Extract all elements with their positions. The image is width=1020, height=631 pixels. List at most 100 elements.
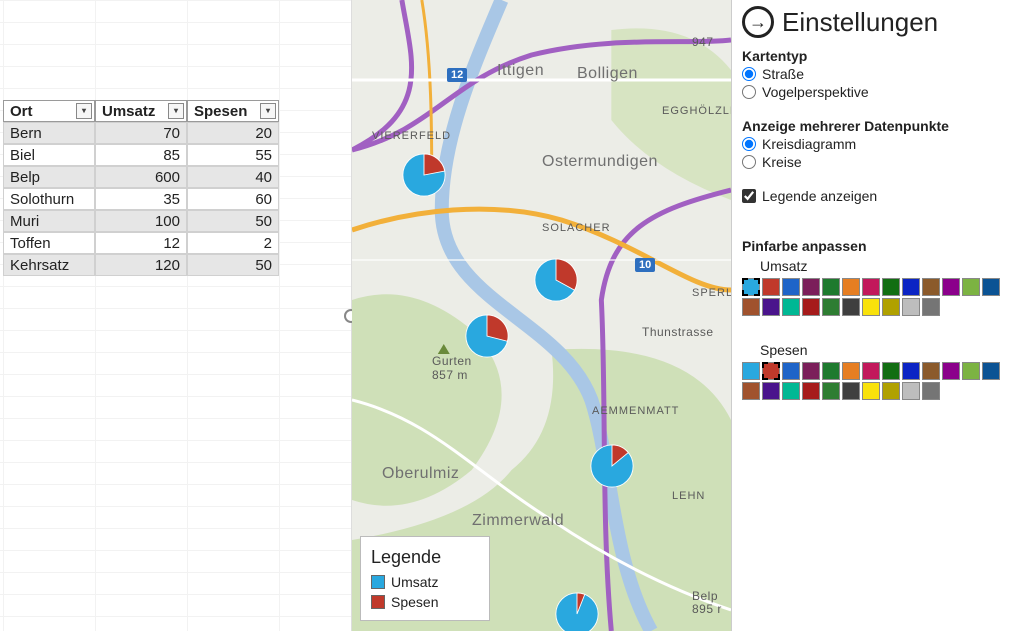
color-swatch[interactable] [742,382,760,400]
spreadsheet-panel: Ort▾Umsatz▾Spesen▾Bern7020Biel8555Belp60… [0,0,352,631]
table-cell[interactable]: 35 [95,188,187,210]
kartentyp-label: Kartentyp [742,48,1010,64]
legend-swatch [371,575,385,589]
color-swatch[interactable] [982,278,1000,296]
filter-icon[interactable]: ▾ [76,103,92,119]
color-swatch[interactable] [842,298,860,316]
anzeige-label: Kreisdiagramm [762,136,856,152]
color-swatch[interactable] [862,278,880,296]
color-swatch[interactable] [862,362,880,380]
color-swatch[interactable] [762,382,780,400]
filter-icon[interactable]: ▾ [260,103,276,119]
table-cell[interactable]: Belp [3,166,95,188]
anzeige-radio-pie[interactable] [742,137,756,151]
column-header-umsatz[interactable]: Umsatz▾ [95,100,187,122]
color-swatch[interactable] [922,382,940,400]
color-swatch[interactable] [902,382,920,400]
kartentyp-radio-aerial[interactable] [742,85,756,99]
settings-title: Einstellungen [782,7,938,38]
color-swatch[interactable] [762,278,780,296]
table-cell[interactable]: 55 [187,144,279,166]
pinfarbe-label: Pinfarbe anpassen [742,238,1010,254]
table-cell[interactable]: 120 [95,254,187,276]
color-swatch[interactable] [822,278,840,296]
settings-panel: → Einstellungen Kartentyp StraßeVogelper… [732,0,1020,631]
table-cell[interactable]: 600 [95,166,187,188]
table-cell[interactable]: Toffen [3,232,95,254]
color-swatch[interactable] [842,278,860,296]
color-swatch[interactable] [782,278,800,296]
pie-marker[interactable] [465,314,509,358]
table-cell[interactable]: 100 [95,210,187,232]
color-swatch[interactable] [902,278,920,296]
color-swatch[interactable] [782,362,800,380]
color-swatch[interactable] [922,298,940,316]
color-swatch[interactable] [802,362,820,380]
color-swatch[interactable] [902,298,920,316]
color-swatch[interactable] [962,278,980,296]
table-cell[interactable]: 40 [187,166,279,188]
color-swatch[interactable] [842,362,860,380]
color-swatch[interactable] [882,278,900,296]
series-label: Umsatz [760,258,1010,274]
color-swatch[interactable] [862,382,880,400]
kartentyp-radio-road[interactable] [742,67,756,81]
color-swatch[interactable] [762,362,780,380]
pie-marker[interactable] [590,444,634,488]
table-cell[interactable]: 60 [187,188,279,210]
color-swatch[interactable] [782,382,800,400]
column-header-spesen[interactable]: Spesen▾ [187,100,279,122]
pie-marker[interactable] [402,153,446,197]
color-swatch[interactable] [802,382,820,400]
legend-title: Legende [371,547,475,568]
table-cell[interactable]: 20 [187,122,279,144]
table-cell[interactable]: Kehrsatz [3,254,95,276]
anzeige-label: Anzeige mehrerer Datenpunkte [742,118,1010,134]
color-swatch[interactable] [802,278,820,296]
color-swatch[interactable] [822,362,840,380]
table-cell[interactable]: Bern [3,122,95,144]
pie-marker[interactable] [555,592,599,631]
color-swatch[interactable] [882,298,900,316]
table-cell[interactable]: 85 [95,144,187,166]
route-shield: 12 [447,68,467,82]
table-cell[interactable]: 50 [187,210,279,232]
color-swatch[interactable] [862,298,880,316]
pie-marker[interactable] [534,258,578,302]
color-swatch[interactable] [942,362,960,380]
color-swatch[interactable] [902,362,920,380]
legend-item: Spesen [371,594,475,610]
color-swatch[interactable] [782,298,800,316]
table-cell[interactable]: 2 [187,232,279,254]
legend-swatch [371,595,385,609]
table-cell[interactable]: Muri [3,210,95,232]
route-shield: 10 [635,258,655,272]
table-cell[interactable]: 12 [95,232,187,254]
color-swatch[interactable] [882,382,900,400]
table-cell[interactable]: Biel [3,144,95,166]
color-swatch[interactable] [882,362,900,380]
map-legend: Legende UmsatzSpesen [360,536,490,621]
table-cell[interactable]: 70 [95,122,187,144]
column-header-ort[interactable]: Ort▾ [3,100,95,122]
color-swatch[interactable] [962,362,980,380]
color-swatch[interactable] [742,278,760,296]
color-swatch[interactable] [822,382,840,400]
color-swatch[interactable] [842,382,860,400]
color-swatch[interactable] [762,298,780,316]
anzeige-radio-circles[interactable] [742,155,756,169]
color-swatch[interactable] [822,298,840,316]
map-panel: IttigenBolligenVIERERFELDEGGHÖLZLIOsterm… [352,0,732,631]
legend-checkbox[interactable] [742,189,756,203]
color-swatch[interactable] [802,298,820,316]
color-swatch[interactable] [922,278,940,296]
color-swatch[interactable] [742,362,760,380]
color-swatch[interactable] [742,298,760,316]
color-swatch[interactable] [942,278,960,296]
table-cell[interactable]: Solothurn [3,188,95,210]
table-cell[interactable]: 50 [187,254,279,276]
color-swatch[interactable] [982,362,1000,380]
arrow-right-icon[interactable]: → [742,6,774,38]
color-swatch[interactable] [922,362,940,380]
filter-icon[interactable]: ▾ [168,103,184,119]
